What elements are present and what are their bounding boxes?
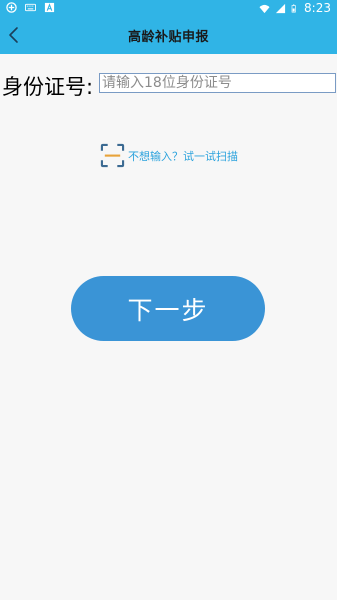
scan-icon[interactable] bbox=[100, 143, 125, 168]
font-icon bbox=[44, 2, 55, 13]
status-bar: 8:23 bbox=[0, 0, 337, 16]
scan-link[interactable]: 不想输入？试一试扫描 bbox=[100, 143, 238, 168]
app-bar: 高龄补贴申报 bbox=[0, 16, 337, 54]
battery-icon bbox=[291, 4, 296, 12]
app-notification-icon bbox=[6, 2, 17, 13]
status-right-icons: 8:23 bbox=[259, 1, 331, 15]
id-number-label: 身份证号: bbox=[2, 75, 94, 99]
status-left-icons bbox=[6, 2, 55, 13]
wifi-icon bbox=[259, 4, 270, 13]
cellular-signal-icon bbox=[275, 3, 286, 13]
next-step-button[interactable]: 下一步 bbox=[71, 276, 265, 341]
id-number-row: 身份证号: bbox=[0, 72, 337, 102]
id-number-input[interactable] bbox=[99, 73, 336, 93]
status-time: 8:23 bbox=[304, 1, 331, 15]
keyboard-icon bbox=[25, 3, 36, 12]
page-title: 高龄补贴申报 bbox=[127, 30, 209, 45]
scan-link-text[interactable]: 不想输入？试一试扫描 bbox=[128, 148, 238, 164]
